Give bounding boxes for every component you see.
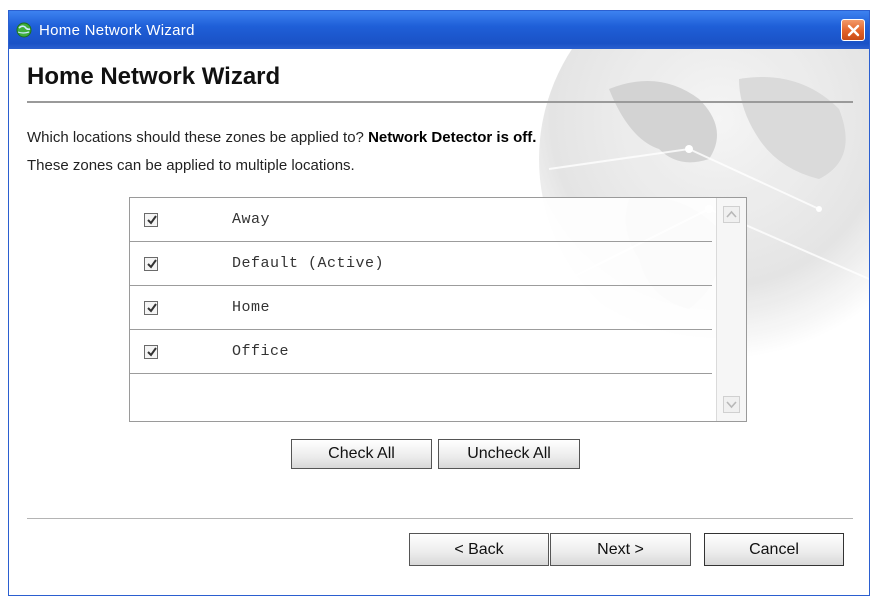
close-button[interactable] [841, 19, 865, 41]
vertical-scrollbar[interactable] [716, 198, 746, 421]
scroll-down-icon[interactable] [723, 396, 740, 413]
description-line-1: Which locations should these zones be ap… [27, 129, 536, 146]
zone-label: Default (Active) [232, 255, 385, 272]
zones-listbox[interactable]: Away Default (Active) Home Office [129, 197, 747, 422]
wizard-window: Home Network Wizard Home Network Wizard … [8, 10, 870, 596]
next-button[interactable]: Next > [550, 533, 691, 566]
back-button[interactable]: < Back [409, 533, 549, 566]
cancel-button[interactable]: Cancel [704, 533, 844, 566]
zone-label: Office [232, 343, 290, 360]
zone-checkbox-default[interactable] [144, 257, 158, 271]
description-line-2: These zones can be applied to multiple l… [27, 157, 355, 174]
list-item[interactable]: Default (Active) [130, 242, 712, 286]
uncheck-all-button[interactable]: Uncheck All [438, 439, 580, 469]
footer-divider [27, 518, 853, 519]
zone-checkbox-office[interactable] [144, 345, 158, 359]
window-title: Home Network Wizard [39, 22, 195, 39]
zone-checkbox-home[interactable] [144, 301, 158, 315]
network-detector-status: Network Detector is off. [368, 129, 537, 146]
zone-label: Home [232, 299, 271, 316]
description-prefix: Which locations should these zones be ap… [27, 129, 369, 146]
page-title: Home Network Wizard [27, 63, 281, 90]
network-globe-icon [15, 22, 33, 38]
heading-divider [27, 101, 853, 103]
list-item[interactable]: Away [130, 198, 712, 242]
scroll-up-icon[interactable] [723, 206, 740, 223]
title-bar[interactable]: Home Network Wizard [9, 11, 869, 49]
list-item[interactable]: Office [130, 330, 712, 374]
zone-checkbox-away[interactable] [144, 213, 158, 227]
check-all-button[interactable]: Check All [291, 439, 432, 469]
list-item[interactable]: Home [130, 286, 712, 330]
zone-label: Away [232, 211, 271, 228]
